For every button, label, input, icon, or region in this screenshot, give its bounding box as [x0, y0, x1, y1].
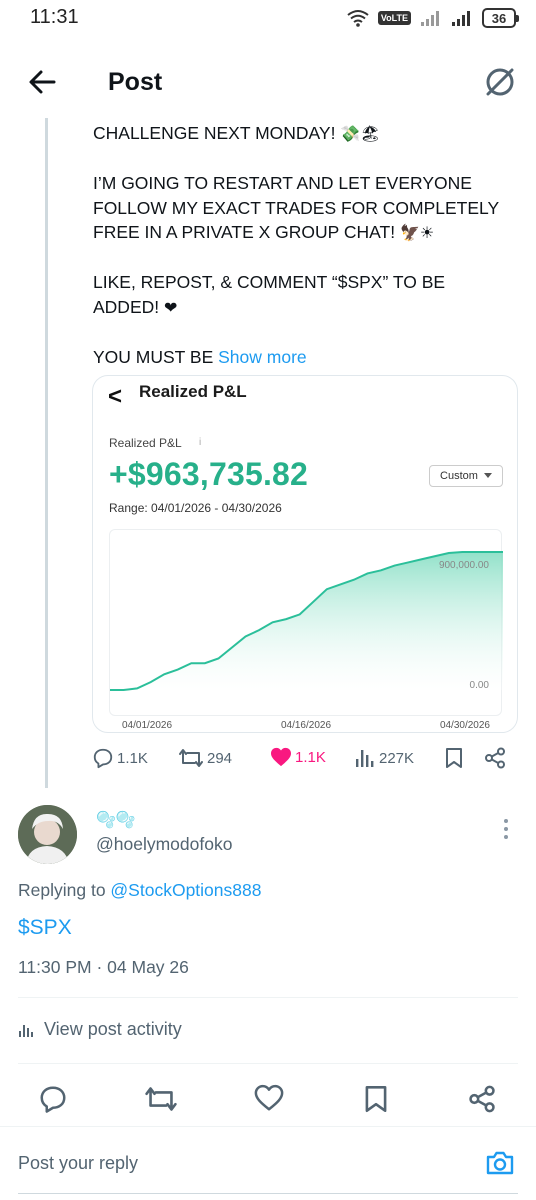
chart-area-fill: [110, 552, 503, 690]
reply-button[interactable]: 1.1K: [92, 747, 148, 769]
share-icon[interactable]: [468, 1084, 496, 1114]
repost-icon[interactable]: [144, 1084, 178, 1114]
like-count: 1.1K: [295, 748, 326, 766]
divider: [18, 997, 518, 998]
share-button[interactable]: [484, 747, 506, 769]
signal-icon: [421, 11, 439, 26]
heart-outline-icon[interactable]: [254, 1084, 284, 1112]
reply-icon: [93, 748, 113, 769]
status-bar: 11:31 VoLTE 36: [0, 0, 536, 40]
repost-count: 294: [207, 749, 233, 767]
tweet-paragraph: LIKE, REPOST, & COMMENT “$SPX” TO BE ADD…: [93, 272, 446, 317]
y-tick-label: 900,000.00: [439, 560, 489, 571]
tweet-paragraph: I’M GOING TO RESTART AND LET EVERYONE FO…: [93, 173, 499, 242]
pnl-title: Realized P&L: [139, 382, 247, 401]
info-icon: i: [199, 437, 202, 448]
pnl-chart-svg: 900,000.00 0.00 04/01/2026 04/16/2026 04/30/…: [110, 551, 503, 731]
thread-line: [45, 118, 48, 788]
signal-icon: [452, 11, 470, 26]
reply-text[interactable]: $SPX: [18, 916, 72, 940]
pnl-range: Range: 04/01/2026 - 04/30/2026: [109, 501, 282, 515]
repost-icon: [179, 749, 203, 767]
tweet-action-bar: 1.1K 294 1.1K 227K: [92, 747, 512, 775]
bookmark-icon[interactable]: [363, 1084, 389, 1114]
media-image[interactable]: < Realized P&L Realized P&L i +$963,735.…: [92, 375, 518, 733]
pnl-label: Realized P&L: [109, 436, 182, 450]
repost-button[interactable]: 294: [178, 747, 232, 769]
status-icons: VoLTE 36: [347, 7, 519, 29]
battery-indicator: 36: [482, 8, 519, 28]
reply-underline: [18, 1193, 518, 1194]
caret-down-icon: [483, 473, 492, 478]
page-title: Post: [108, 68, 163, 96]
bookmark-button[interactable]: [444, 747, 464, 769]
post-action-bar: [0, 1080, 536, 1120]
pnl-value: +$963,735.82: [109, 456, 309, 492]
view-post-activity-label: View post activity: [44, 1019, 182, 1039]
divider: [18, 1063, 518, 1064]
pnl-chart: 900,000.00 0.00 04/01/2026 04/16/2026 04/30/…: [109, 529, 503, 731]
replying-to-link[interactable]: @StockOptions888: [110, 880, 261, 900]
display-name[interactable]: 🫧🫧: [96, 810, 136, 830]
views-button[interactable]: 227K: [354, 747, 414, 769]
header: Post: [0, 44, 536, 118]
y-tick-label: 0.00: [470, 680, 490, 691]
volte-badge: VoLTE: [377, 11, 411, 25]
reply-input[interactable]: [18, 1153, 418, 1174]
reply-composer: [0, 1126, 536, 1200]
status-time: 11:31: [30, 6, 79, 28]
more-options-icon[interactable]: [498, 815, 514, 845]
custom-dropdown: Custom: [429, 465, 503, 487]
tweet-text: CHALLENGE NEXT MONDAY! 💸🏖 I’M GOING TO R…: [93, 121, 513, 394]
replying-to: Replying to @StockOptions888: [18, 880, 261, 901]
views-count: 227K: [379, 749, 415, 767]
views-icon: [19, 1024, 33, 1037]
camera-icon[interactable]: [484, 1147, 516, 1179]
share-icon: [485, 747, 505, 769]
tweet-paragraph: YOU MUST BE Show more: [93, 346, 307, 367]
views-icon: [356, 750, 374, 767]
chevron-left-icon: <: [108, 383, 123, 410]
bookmark-icon: [446, 748, 462, 768]
x-tick-label: 04/30/2026: [440, 720, 490, 731]
heart-icon: [271, 747, 291, 767]
x-tick-label: 04/01/2026: [122, 720, 172, 731]
reply-count: 1.1K: [117, 749, 148, 767]
view-post-activity[interactable]: View post activity: [18, 1019, 182, 1040]
avatar-image: [18, 805, 77, 864]
wifi-icon: [347, 10, 369, 27]
avatar[interactable]: [18, 805, 77, 864]
tweet-paragraph: CHALLENGE NEXT MONDAY! 💸🏖: [93, 123, 381, 143]
replying-prefix: Replying to: [18, 880, 111, 900]
arrow-left-icon[interactable]: [24, 64, 60, 100]
timestamp[interactable]: 11:30 PM · 04 May 26: [18, 957, 189, 978]
show-more-link[interactable]: Show more: [218, 347, 307, 367]
user-handle[interactable]: @hoelymodofoko: [96, 834, 232, 855]
custom-dropdown-label: Custom: [440, 470, 478, 482]
x-tick-label: 04/16/2026: [281, 720, 331, 731]
reply-icon[interactable]: [38, 1084, 68, 1114]
grok-icon[interactable]: [480, 62, 520, 102]
like-button[interactable]: 1.1K: [270, 747, 326, 767]
